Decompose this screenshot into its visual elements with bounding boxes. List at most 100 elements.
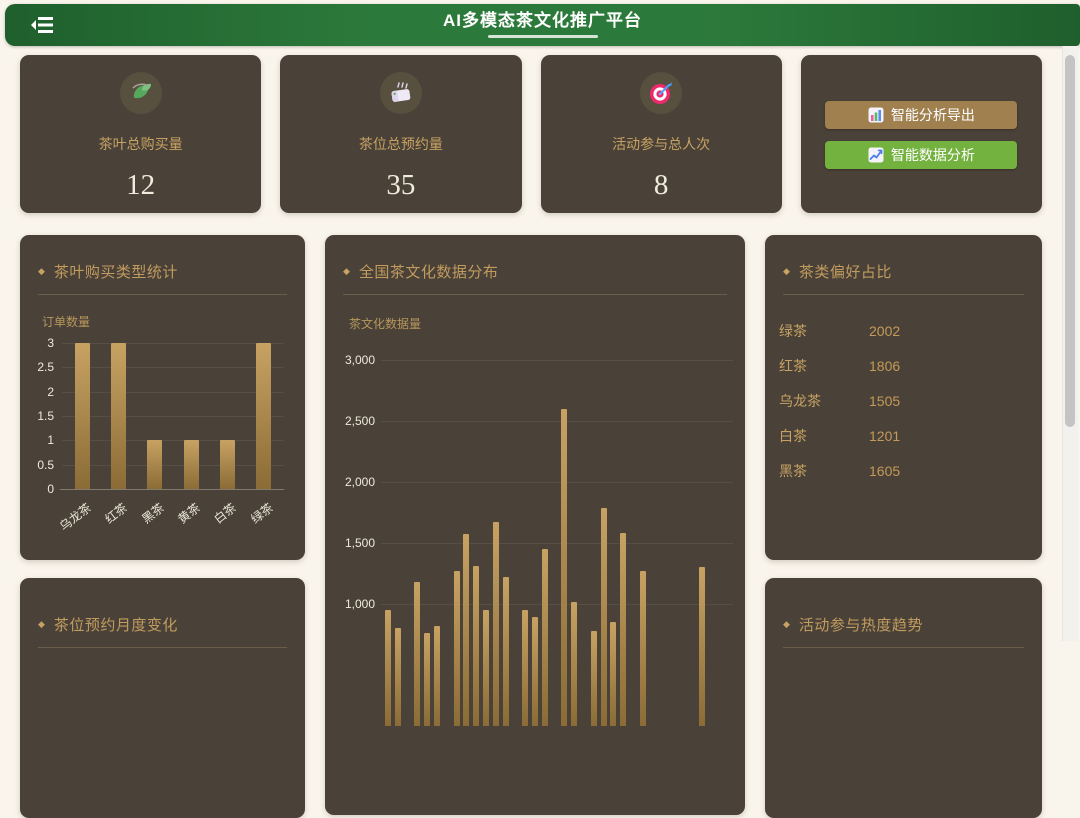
y-tick: 3 [20, 336, 54, 350]
menu-collapse-icon [30, 16, 54, 34]
stat-card-seat-reservations: 茶位总预约量 35 [280, 55, 521, 213]
gridline [62, 416, 284, 417]
bar [620, 533, 626, 726]
panel-tea-purchase-types: ◆ 茶叶购买类型统计 订单数量00.511.522.53乌龙茶红茶黑茶黄茶白茶绿… [20, 235, 305, 560]
tea-type-label: 乌龙茶 [779, 391, 869, 411]
bar [561, 409, 567, 726]
stat-card-tea-purchases: 茶叶总购买量 12 [20, 55, 261, 213]
bar [220, 440, 235, 489]
gridline [62, 343, 284, 344]
left-column: ◆ 茶叶购买类型统计 订单数量00.511.522.53乌龙茶红茶黑茶黄茶白茶绿… [20, 235, 305, 818]
bar-chart-tea-purchase: 订单数量00.511.522.53乌龙茶红茶黑茶黄茶白茶绿茶 [20, 235, 305, 560]
x-category-label: 乌龙茶 [42, 499, 95, 546]
panel-title: 全国茶文化数据分布 [359, 261, 499, 282]
diamond-icon: ◆ [343, 267, 350, 276]
divider [38, 647, 287, 648]
app-header: AI多模态茶文化推广平台 [5, 4, 1080, 46]
stat-value: 8 [654, 169, 669, 202]
y-tick: 2,000 [325, 475, 375, 489]
x-category-label: 红茶 [78, 499, 131, 546]
tea-type-value: 1605 [869, 463, 900, 479]
y-tick: 1 [20, 433, 54, 447]
scrollbar-thumb[interactable] [1065, 55, 1075, 427]
button-label: 智能分析导出 [891, 105, 975, 125]
gridline [381, 421, 733, 422]
bar [640, 571, 646, 726]
stats-row: 茶叶总购买量 12 茶位总预约量 35 [20, 55, 1042, 213]
smart-data-analysis-button[interactable]: 智能数据分析 [825, 141, 1017, 169]
menu-toggle-button[interactable] [29, 14, 55, 36]
bar [111, 343, 126, 489]
bar [75, 343, 90, 489]
scrollbar[interactable] [1062, 46, 1078, 641]
divider [783, 647, 1024, 648]
bar-chart-national-distribution: 茶文化数据量3,0002,5002,0001,5001,000 [325, 235, 745, 815]
bar [522, 610, 528, 726]
bar [483, 610, 489, 726]
dashboard: AI多模态茶文化推广平台 茶叶总购买量 12 [0, 0, 1080, 641]
tea-type-value: 1505 [869, 393, 900, 409]
bar [256, 343, 271, 489]
main-grid: ◆ 茶叶购买类型统计 订单数量00.511.522.53乌龙茶红茶黑茶黄茶白茶绿… [20, 235, 1042, 818]
diamond-icon: ◆ [783, 620, 790, 629]
tea-type-value: 1806 [869, 358, 900, 374]
panel-title: 茶叶购买类型统计 [54, 261, 178, 282]
tea-type-value: 1201 [869, 428, 900, 444]
bar [385, 610, 391, 726]
list-item: 白茶1201 [779, 418, 1026, 453]
right-column: ◆ 茶类偏好占比 绿茶2002红茶1806乌龙茶1505白茶1201黑茶1605… [765, 235, 1042, 818]
list-item: 黑茶1605 [779, 453, 1026, 488]
bar [542, 549, 548, 726]
bar [699, 567, 705, 726]
export-analysis-button[interactable]: 智能分析导出 [825, 101, 1017, 129]
bar [414, 582, 420, 726]
divider [783, 294, 1024, 295]
bar [395, 628, 401, 726]
panel-activity-heat: ◆ 活动参与热度趋势 [765, 578, 1042, 818]
bar [184, 440, 199, 489]
bar [532, 617, 538, 726]
tea-type-value: 2002 [869, 323, 900, 339]
x-axis-line [60, 489, 284, 490]
bar [147, 440, 162, 489]
x-category-label: 绿茶 [223, 499, 276, 546]
bar [610, 622, 616, 726]
gridline [381, 604, 733, 605]
y-tick: 2,500 [325, 414, 375, 428]
divider [343, 294, 727, 295]
panel-national-distribution: ◆ 全国茶文化数据分布 茶文化数据量3,0002,5002,0001,5001,… [325, 235, 745, 815]
stat-value: 12 [126, 169, 155, 202]
stat-value: 35 [386, 169, 415, 202]
y-tick: 2.5 [20, 360, 54, 374]
list-item: 红茶1806 [779, 348, 1026, 383]
bar [571, 602, 577, 726]
diamond-icon: ◆ [38, 620, 45, 629]
y-tick: 1,000 [325, 597, 375, 611]
panel-tea-preference: ◆ 茶类偏好占比 绿茶2002红茶1806乌龙茶1505白茶1201黑茶1605 [765, 235, 1042, 560]
tea-type-label: 黑茶 [779, 461, 869, 481]
tea-type-label: 绿茶 [779, 321, 869, 341]
diamond-icon: ◆ [38, 267, 45, 276]
bar [463, 534, 469, 726]
panel-monthly-reservation: ◆ 茶位预约月度变化 [20, 578, 305, 818]
gridline [62, 392, 284, 393]
y-tick: 2 [20, 385, 54, 399]
title-underline [488, 35, 598, 38]
panel-title: 茶位预约月度变化 [54, 614, 178, 635]
gridline [381, 482, 733, 483]
panel-title: 活动参与热度趋势 [799, 614, 923, 635]
teacup-icon [380, 72, 422, 114]
preference-list: 绿茶2002红茶1806乌龙茶1505白茶1201黑茶1605 [779, 313, 1026, 488]
x-category-label: 黄茶 [150, 499, 203, 546]
y-tick: 0.5 [20, 458, 54, 472]
gridline [62, 465, 284, 466]
stat-label: 活动参与总人次 [612, 134, 710, 154]
list-item: 绿茶2002 [779, 313, 1026, 348]
bar [503, 577, 509, 726]
stat-card-activity-participants: 活动参与总人次 8 [541, 55, 782, 213]
tea-type-label: 白茶 [779, 426, 869, 446]
tea-type-label: 红茶 [779, 356, 869, 376]
bar [424, 633, 430, 726]
gridline [381, 360, 733, 361]
x-category-label: 黑茶 [114, 499, 167, 546]
